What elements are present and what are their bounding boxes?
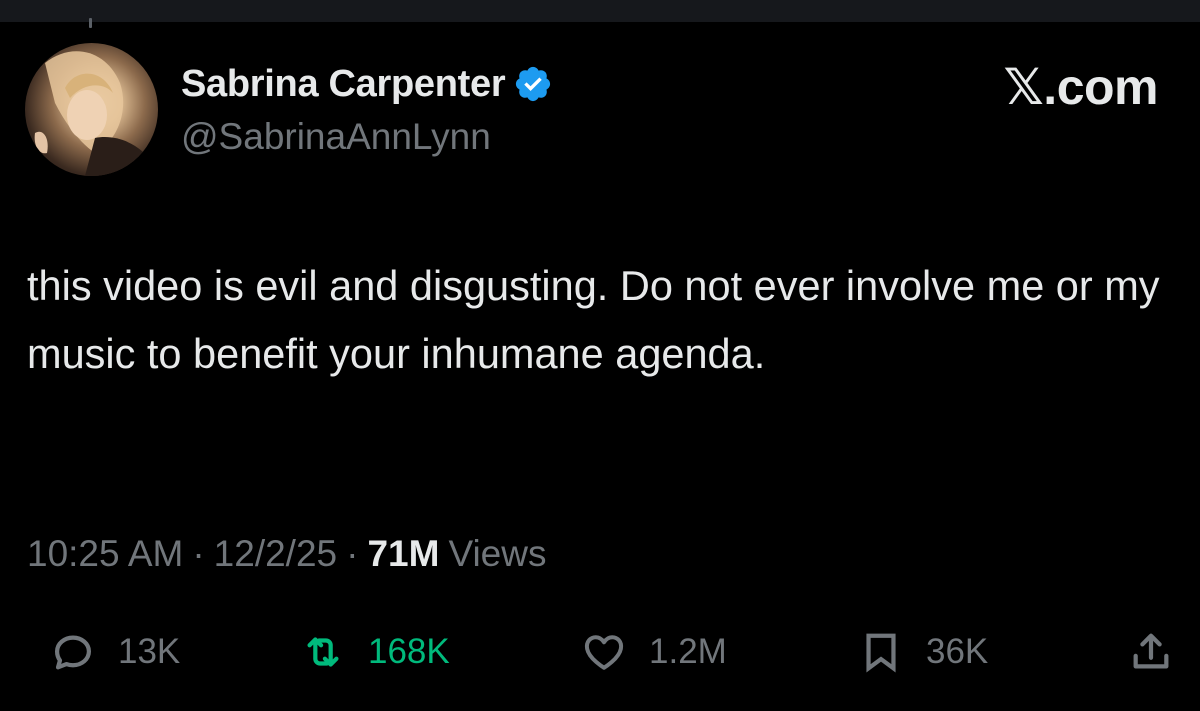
verified-badge-icon [516,66,551,102]
bookmark-button[interactable]: 36K [858,622,988,682]
scroll-indicator [89,18,92,28]
reply-button[interactable]: 13K [50,622,180,682]
share-button[interactable] [1128,622,1174,682]
heart-icon [584,635,624,670]
tweet-date[interactable]: 12/2/25 [214,533,337,575]
meta-separator: · [346,533,359,574]
avatar-image [34,51,158,176]
top-bar [0,0,1200,28]
reply-icon [54,635,92,670]
like-button[interactable]: 1.2M [581,622,727,682]
like-count: 1.2M [649,632,727,671]
author-display-name[interactable]: Sabrina Carpenter [181,63,506,106]
repost-button[interactable]: 168K [300,622,450,682]
repost-count: 168K [368,632,450,671]
avatar[interactable] [25,43,158,176]
share-icon [1133,633,1169,669]
views-count[interactable]: 71M [367,533,439,575]
site-brand: 𝕏.com [1003,59,1159,115]
author-handle[interactable]: @SabrinaAnnLynn [181,116,491,158]
repost-icon [307,637,339,667]
bookmark-count: 36K [926,632,989,671]
reply-count: 13K [118,632,181,671]
tweet-meta: 10:25 AM · 12/2/25 · 71M Views [27,530,546,578]
tweet-text: this video is evil and disgusting. Do no… [27,262,1160,377]
meta-separator: · [192,533,205,574]
action-bar: 13K 168K 1.2M 36K [0,622,1200,682]
bookmark-icon [866,633,896,673]
tweet-time[interactable]: 10:25 AM [27,533,183,575]
author-name-row[interactable]: Sabrina Carpenter [181,62,553,106]
views-label: Views [448,533,547,574]
